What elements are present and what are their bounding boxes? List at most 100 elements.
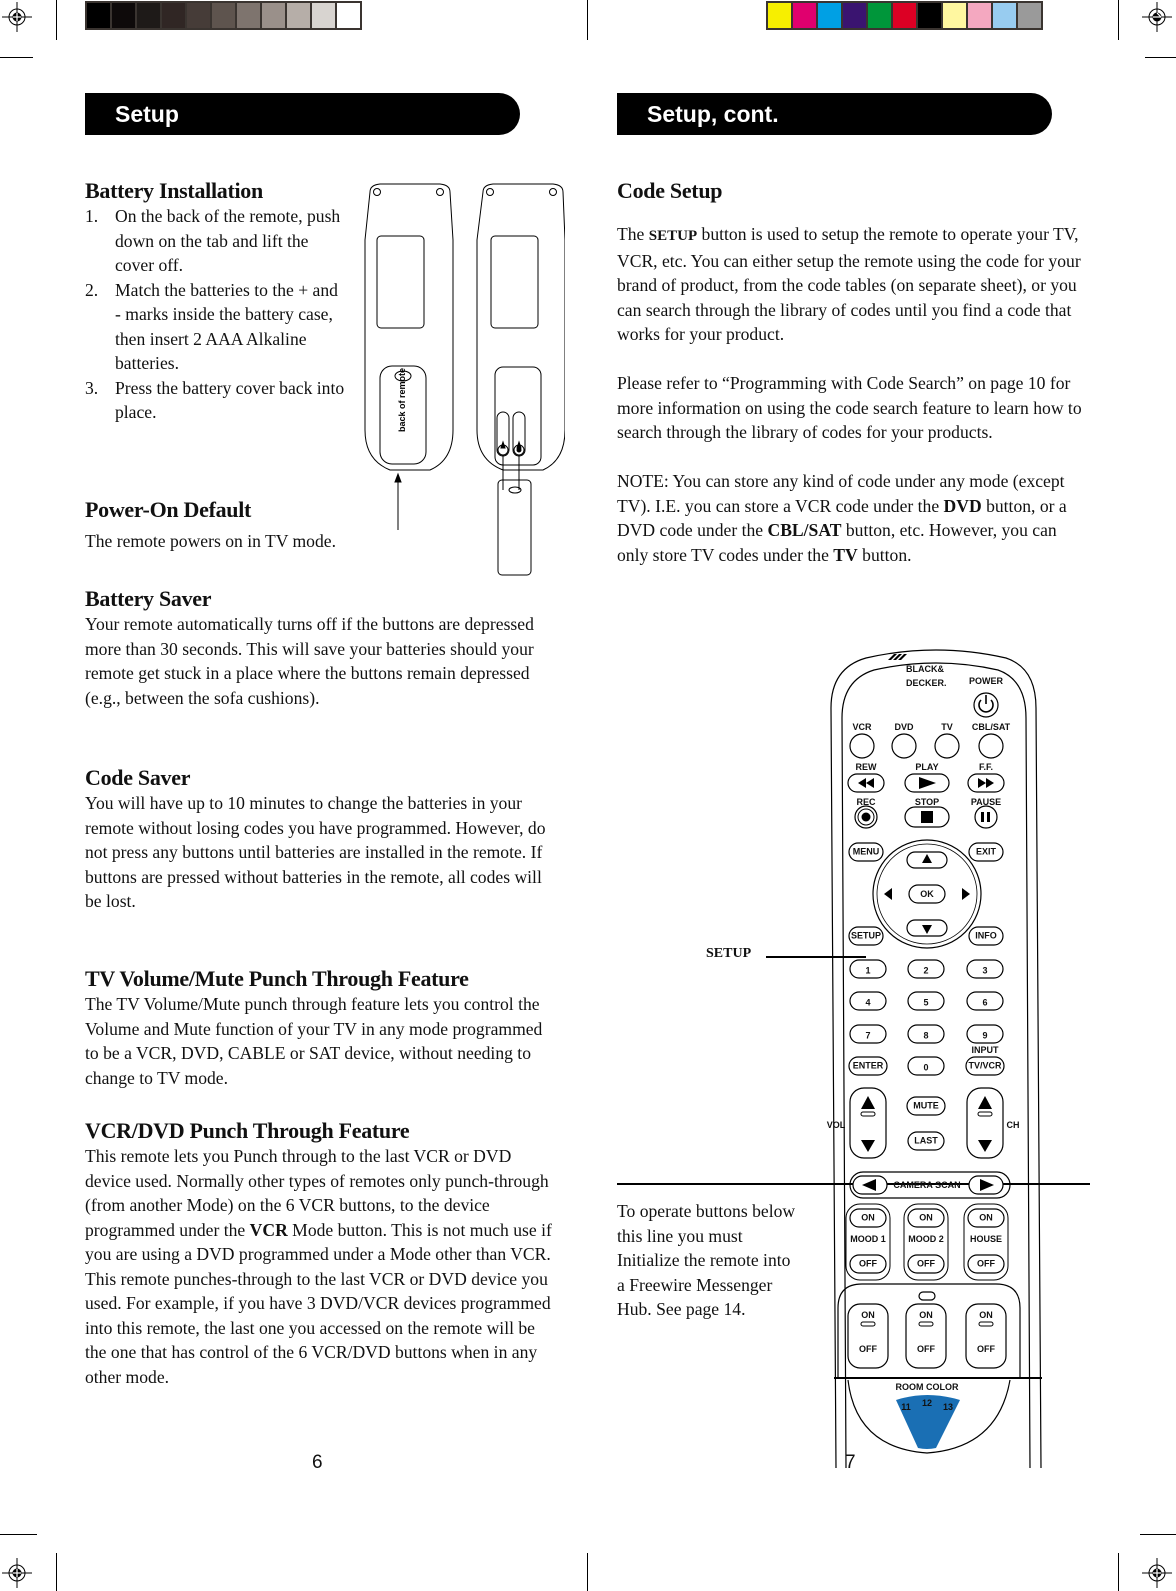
step-item: 3. Press the battery cover back into plac…: [85, 377, 345, 423]
color-swatch: [968, 3, 991, 28]
house-off-label: OFF: [977, 1259, 995, 1269]
digit-6-label: 6: [982, 997, 987, 1007]
code-setup-note: NOTE: You can store any kind of code und…: [617, 471, 1067, 565]
code-saver-section: Code Saver You will have up to 10 minute…: [85, 765, 555, 914]
process-color-bar: [766, 1, 1043, 30]
brand-name: DECKER.: [906, 678, 947, 688]
mute-label: MUTE: [913, 1101, 939, 1111]
ok-label: OK: [920, 889, 934, 899]
battery-installation-section: Battery Installation 1. On the back of th…: [85, 178, 345, 425]
digit-2-label: 2: [923, 965, 928, 975]
section-body: The remote powers on in TV mode.: [85, 531, 336, 551]
grayscale-color-bar: [85, 1, 362, 30]
room-number-label: 13: [943, 1402, 953, 1412]
room-color-label: ROOM COLOR: [896, 1382, 959, 1392]
enter-label: ENTER: [853, 1061, 884, 1071]
scene-label: HOUSE: [970, 1234, 1002, 1244]
section-title: Power-On Default: [85, 497, 252, 522]
pause-button[interactable]: [974, 805, 998, 829]
tv-vcr-label: TV/VCR: [968, 1061, 1002, 1071]
menu-label: MENU: [853, 847, 880, 857]
crop-mark: [56, 0, 57, 40]
setup-callout-label: SETUP: [706, 946, 752, 961]
transport-label: PLAY: [915, 762, 938, 772]
registration-mark-icon: [2, 2, 32, 32]
color-swatch: [843, 3, 866, 28]
color-swatch: [818, 3, 841, 28]
registration-mark-icon: [1142, 2, 1172, 32]
pause-icon: [981, 812, 984, 822]
house-on-label: ON: [979, 1213, 993, 1223]
color-swatch: [793, 3, 816, 28]
mode-label: TV: [941, 722, 953, 732]
off-label: OFF: [859, 1344, 877, 1354]
color-swatch: [337, 3, 360, 28]
off-label: OFF: [977, 1344, 995, 1354]
section-header-setup: Setup: [85, 93, 520, 135]
initialize-note: To operate buttons below this line you m…: [617, 1201, 796, 1319]
digit-3-label: 3: [982, 965, 987, 975]
color-swatch: [162, 3, 185, 28]
color-swatch: [187, 3, 210, 28]
page-number: 7: [845, 1452, 856, 1473]
color-swatch: [137, 3, 160, 28]
room-number-label: 11: [901, 1402, 911, 1412]
last-label: LAST: [914, 1136, 938, 1146]
mode-button-cbl-sat: [978, 733, 1004, 759]
section-title: VCR/DVD Punch Through Feature: [85, 1118, 410, 1143]
color-swatch: [312, 3, 335, 28]
section-title: Code Saver: [85, 765, 191, 790]
crop-mark: [1140, 1534, 1176, 1535]
tv-volume-mute-section: TV Volume/Mute Punch Through Feature The…: [85, 966, 555, 1090]
code-setup-section: Code Setup The SETUP button is used to s…: [617, 178, 1092, 567]
section-body: Your remote automatically turns off if t…: [85, 614, 534, 708]
color-swatch: [287, 3, 310, 28]
color-swatch: [237, 3, 260, 28]
section-header-setup-cont: Setup, cont.: [617, 93, 1052, 135]
color-swatch: [87, 3, 110, 28]
crop-mark: [0, 57, 33, 58]
mode-label: VCR: [852, 722, 872, 732]
remote-front-illustration: BLACK&DECKER. POWER VCR DVD TV CBL/SAT REW PLAY…: [827, 649, 1042, 1468]
battery-saver-section: Battery Saver Your remote automatically …: [85, 586, 555, 710]
section-title: TV Volume/Mute Punch Through Feature: [85, 966, 469, 991]
setup-label: SETUP: [851, 930, 881, 940]
color-swatch: [262, 3, 285, 28]
digit-8-label: 8: [923, 1030, 928, 1040]
mood-1-off-label: OFF: [859, 1259, 877, 1269]
color-swatch: [768, 3, 791, 28]
color-swatch: [212, 3, 235, 28]
mood-2-off-label: OFF: [917, 1259, 935, 1269]
transport-label: F.F.: [979, 762, 993, 772]
crop-mark: [1145, 57, 1176, 58]
digit-5-label: 5: [923, 997, 928, 1007]
color-swatch: [112, 3, 135, 28]
digit-7-label: 7: [865, 1030, 870, 1040]
indicator-led: [918, 1291, 936, 1301]
crop-mark: [56, 1553, 57, 1591]
section-title: Battery Saver: [85, 586, 212, 611]
brand-logo-icon: [888, 654, 907, 660]
mode-button-vcr: [849, 733, 875, 759]
back-of-remote-label: back of remote: [397, 368, 407, 432]
section-body: This remote lets you Punch through to th…: [85, 1146, 552, 1387]
digit-4-label: 4: [865, 997, 870, 1007]
vcr-dvd-punch-section: VCR/DVD Punch Through Feature This remot…: [85, 1118, 555, 1389]
crop-mark: [1118, 0, 1119, 40]
section-title: Code Setup: [617, 178, 723, 203]
crop-mark: [1118, 1553, 1119, 1591]
off-label: OFF: [917, 1344, 935, 1354]
color-swatch: [868, 3, 891, 28]
mood-1-on-label: ON: [861, 1213, 875, 1223]
crop-mark: [587, 0, 588, 40]
transport-label: STOP: [915, 797, 939, 807]
digit-0-label: 0: [923, 1062, 928, 1072]
transport-label: REW: [856, 762, 878, 772]
input-label: INPUT: [972, 1045, 1000, 1055]
registration-mark-icon: [2, 1558, 32, 1588]
color-swatch: [993, 3, 1016, 28]
step-item: 2. Match the batteries to the + and - mar…: [85, 279, 338, 374]
section-title: Battery Installation: [85, 178, 263, 203]
mode-button-tv: [934, 733, 960, 759]
pause-icon: [987, 812, 990, 822]
